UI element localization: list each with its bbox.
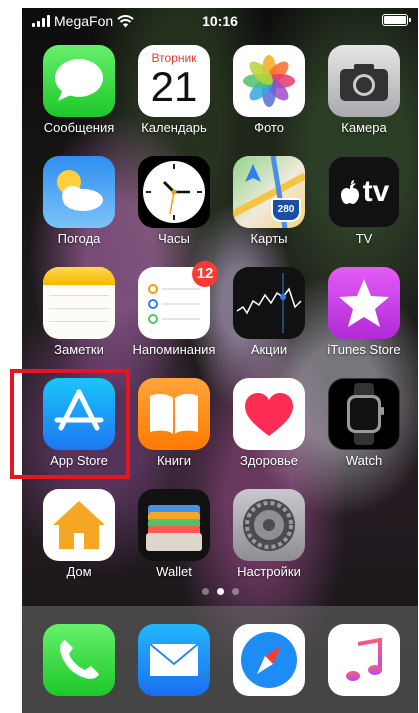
clock-icon	[138, 156, 210, 228]
app-reminders[interactable]: 12 Напоминания	[128, 261, 220, 358]
app-label: Напоминания	[132, 342, 216, 357]
app-label: Сообщения	[43, 120, 115, 135]
calendar-day: 21	[150, 63, 198, 110]
phone-icon	[43, 624, 115, 696]
app-calendar[interactable]: Вторник 21 Календарь	[128, 45, 220, 136]
watch-icon	[328, 378, 400, 450]
app-settings[interactable]: Настройки	[223, 489, 315, 580]
maps-icon: 280	[233, 156, 305, 228]
home-icon	[43, 489, 115, 561]
road-sign: 280	[271, 198, 301, 222]
gear-icon	[233, 489, 305, 561]
dock-phone[interactable]	[33, 624, 125, 696]
app-home[interactable]: Дом	[33, 489, 125, 580]
page-dot[interactable]	[231, 588, 239, 595]
page-indicator[interactable]	[22, 588, 418, 595]
tv-text: tv	[362, 175, 390, 208]
app-store-highlight-box	[10, 369, 130, 479]
tv-icon: tv	[328, 156, 400, 228]
app-label: Часы	[158, 231, 190, 246]
messages-icon	[43, 45, 115, 117]
calendar-icon: Вторник 21	[138, 45, 210, 117]
mail-icon	[138, 624, 210, 696]
app-label: Фото	[254, 120, 284, 135]
notification-badge: 12	[192, 261, 218, 287]
app-label: Камера	[341, 120, 387, 135]
photos-icon	[233, 45, 305, 117]
apple-logo-icon	[340, 180, 359, 204]
book-icon	[138, 378, 210, 450]
battery-icon	[382, 14, 411, 26]
app-label: Дом	[66, 564, 92, 579]
app-label: Настройки	[237, 564, 301, 579]
app-wallet[interactable]: Wallet	[128, 489, 220, 580]
app-label: Карты	[250, 231, 288, 246]
app-notes[interactable]: Заметки	[33, 267, 125, 358]
app-itunes-store[interactable]: iTunes Store	[318, 267, 410, 358]
home-screen: MegaFon 10:16 Сообщения Вторник 21 Кален…	[22, 8, 418, 713]
weather-icon	[43, 156, 115, 228]
app-camera[interactable]: Камера	[318, 45, 410, 136]
app-label: Wallet	[156, 564, 192, 579]
wallet-icon	[138, 489, 210, 561]
app-label: Акции	[250, 342, 288, 357]
status-bar: MegaFon 10:16	[22, 8, 418, 34]
dock-music[interactable]	[318, 624, 410, 696]
app-weather[interactable]: Погода	[33, 156, 125, 247]
page-dot[interactable]	[201, 588, 209, 595]
app-stocks[interactable]: Акции	[223, 267, 315, 358]
app-photos[interactable]: Фото	[223, 45, 315, 136]
music-icon	[328, 624, 400, 696]
app-label: Здоровье	[239, 453, 299, 468]
app-health[interactable]: Здоровье	[223, 378, 315, 469]
app-watch[interactable]: Watch	[318, 378, 410, 469]
clock-time: 10:16	[202, 13, 238, 29]
app-label: iTunes Store	[327, 342, 401, 357]
app-label: Заметки	[54, 342, 104, 357]
app-label: TV	[355, 231, 373, 246]
star-icon	[328, 267, 400, 339]
dock	[22, 606, 418, 713]
stocks-icon	[233, 267, 305, 339]
notes-icon	[43, 267, 115, 339]
app-label: Watch	[345, 453, 383, 468]
camera-icon	[328, 45, 400, 117]
dock-mail[interactable]	[128, 624, 220, 696]
app-clock[interactable]: Часы	[128, 156, 220, 247]
app-label: Погода	[57, 231, 101, 246]
app-messages[interactable]: Сообщения	[33, 45, 125, 136]
app-maps[interactable]: 280 Карты	[223, 156, 315, 247]
page-dot-active[interactable]	[216, 588, 224, 595]
app-books[interactable]: Книги	[128, 378, 220, 469]
app-tv[interactable]: tv TV	[318, 156, 410, 247]
safari-icon	[233, 624, 305, 696]
heart-icon	[233, 378, 305, 450]
app-label: Календарь	[141, 120, 207, 135]
app-label: Книги	[156, 453, 192, 468]
dock-safari[interactable]	[223, 624, 315, 696]
